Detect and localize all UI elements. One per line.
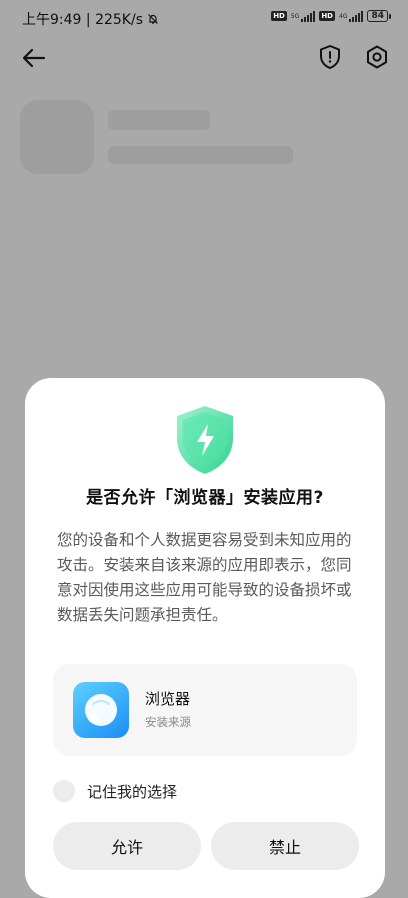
shield-alert-icon[interactable] bbox=[318, 44, 342, 70]
remember-choice-checkbox[interactable] bbox=[53, 780, 75, 802]
hd-badge-2: HD bbox=[319, 11, 335, 21]
status-net-speed: 225K/s bbox=[95, 12, 143, 28]
skeleton-avatar bbox=[20, 100, 94, 174]
status-separator: | bbox=[85, 12, 96, 28]
status-time-row: 上午9:49 | 225K/s bbox=[22, 9, 159, 29]
shield-bolt-icon bbox=[171, 402, 239, 478]
network-type-1: 5G bbox=[290, 12, 300, 20]
network-type-2: 4G bbox=[339, 12, 348, 20]
skeleton-title bbox=[108, 110, 210, 130]
signal-icon-2 bbox=[349, 10, 364, 22]
status-time: 上午9:49 bbox=[22, 12, 82, 28]
install-permission-dialog: 是否允许「浏览器」安装应用? 您的设备和个人数据更容易受到未知应用的攻击。安装来… bbox=[25, 378, 385, 898]
browser-app-icon bbox=[73, 682, 129, 738]
remember-choice-row[interactable]: 记住我的选择 bbox=[53, 780, 177, 802]
status-bar: 上午9:49 | 225K/s HD 5G HD 4G 84 bbox=[0, 0, 408, 36]
app-info-card: 浏览器 安装来源 bbox=[53, 664, 357, 756]
remember-choice-label[interactable]: 记住我的选择 bbox=[87, 781, 177, 802]
deny-button[interactable]: 禁止 bbox=[211, 822, 359, 870]
app-name: 浏览器 bbox=[145, 690, 191, 708]
bell-off-icon bbox=[147, 12, 159, 28]
hd-badge: HD bbox=[271, 11, 287, 21]
allow-button[interactable]: 允许 bbox=[53, 822, 201, 870]
app-source-label: 安装来源 bbox=[145, 715, 191, 729]
dialog-title: 是否允许「浏览器」安装应用? bbox=[86, 488, 324, 508]
skeleton-subtitle bbox=[108, 146, 293, 164]
status-indicators: HD 5G HD 4G 84 bbox=[271, 10, 391, 22]
signal-icon bbox=[301, 10, 316, 22]
arrow-left-icon[interactable] bbox=[20, 44, 48, 72]
settings-icon[interactable] bbox=[364, 44, 390, 70]
dialog-message: 您的设备和个人数据更容易受到未知应用的攻击。安装来自该来源的应用即表示，您同意对… bbox=[57, 531, 352, 624]
battery-indicator: 84 bbox=[367, 10, 391, 22]
